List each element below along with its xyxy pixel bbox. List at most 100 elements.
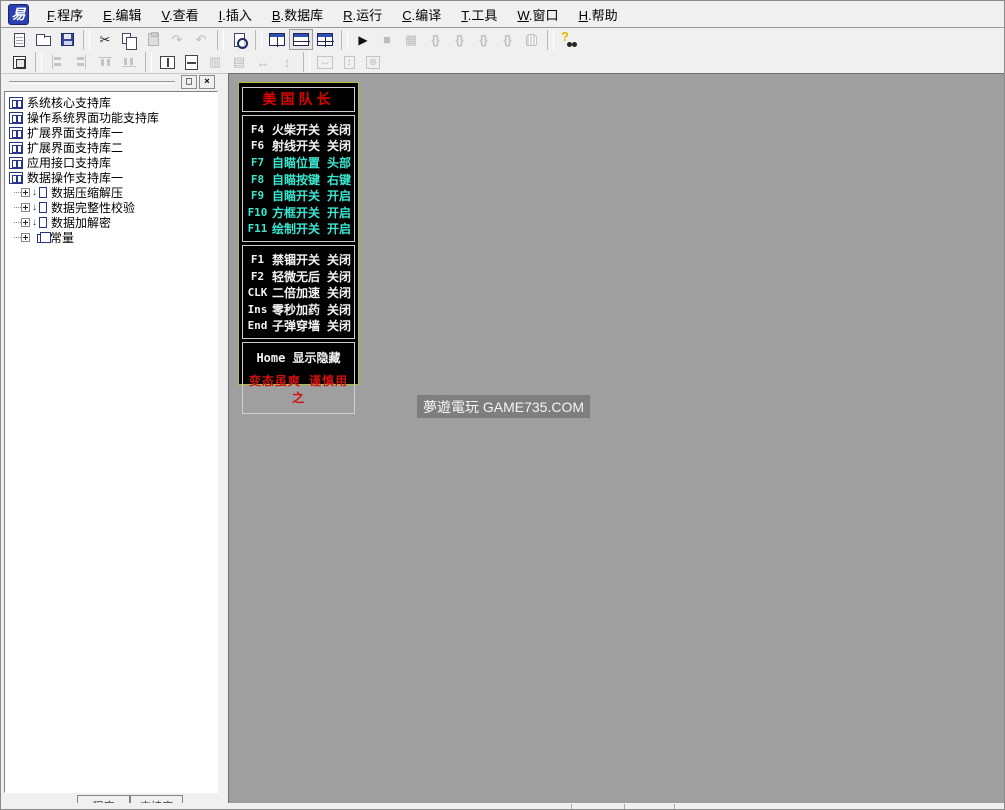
run-to-cursor-icon[interactable]: {}: [495, 29, 519, 50]
expand-plus-icon[interactable]: [21, 203, 30, 212]
hotkey-label: F10: [243, 206, 272, 219]
hotkey-row-f4: F4 火柴开关 关闭: [243, 121, 354, 138]
hotkey-row-end: End 子弹穿墙 关闭: [243, 318, 354, 335]
form-designer-icon[interactable]: [7, 52, 31, 73]
menu-item-insert[interactable]: I.插入: [209, 2, 262, 27]
separator: [83, 30, 90, 50]
expand-plus-icon[interactable]: [21, 233, 30, 242]
cut-icon[interactable]: ✂: [93, 29, 117, 50]
feature-label: 绘制开关: [272, 220, 322, 237]
feature-label: 子弹穿墙: [272, 317, 322, 334]
separator: [217, 30, 224, 50]
panel-float-button[interactable]: □: [181, 75, 197, 89]
menu-item-program[interactable]: F.程序: [37, 2, 93, 27]
stop-icon[interactable]: ■: [375, 29, 399, 50]
status-divider: [624, 804, 625, 809]
library-icon: [9, 127, 23, 139]
feature-state: 关闭: [322, 121, 351, 138]
hotkey-row-f10: F10 方框开关 开启: [243, 204, 354, 221]
hotkey-row-f8: F8 自瞄按键 右键: [243, 171, 354, 188]
undo-icon[interactable]: ↶: [189, 29, 213, 50]
align-right-icon[interactable]: [69, 52, 93, 73]
menu-item-compile[interactable]: C.编译: [392, 2, 451, 27]
center-horizontal-icon[interactable]: [155, 52, 179, 73]
feature-state: 头部: [322, 154, 351, 171]
menu-item-window[interactable]: W.窗口: [507, 2, 568, 27]
tree-item-os-ui-lib[interactable]: 操作系统界面功能支持库: [7, 110, 215, 125]
panel-grip[interactable]: [9, 81, 175, 84]
center-vertical-icon[interactable]: [179, 52, 203, 73]
fit-width-icon[interactable]: ↔: [313, 52, 337, 73]
tree-item-system-core-lib[interactable]: 系统核心支持库: [7, 95, 215, 110]
status-divider: [674, 804, 675, 809]
tree-item-constants[interactable]: 常量: [7, 230, 215, 245]
menu-item-run[interactable]: R.运行: [333, 2, 392, 27]
tree-item-api-lib[interactable]: 应用接口支持库: [7, 155, 215, 170]
fit-height-icon[interactable]: ↕: [337, 52, 361, 73]
window-layout-grid-icon[interactable]: [313, 29, 337, 50]
new-file-icon[interactable]: [7, 29, 31, 50]
hotkey-label: F11: [243, 222, 272, 235]
tree-item-data-integrity[interactable]: 数据完整性校验: [7, 200, 215, 215]
menu-item-tools[interactable]: T.工具: [451, 2, 507, 27]
expand-plus-icon[interactable]: [21, 218, 30, 227]
feature-state: 关闭: [322, 137, 351, 154]
tree-item-data-crypto[interactable]: 数据加解密: [7, 215, 215, 230]
menu-item-edit[interactable]: E.编辑: [93, 2, 151, 27]
hotkey-label: End: [243, 319, 272, 332]
open-file-icon[interactable]: [31, 29, 55, 50]
same-height-icon[interactable]: ▤: [227, 52, 251, 73]
align-left-icon[interactable]: [45, 52, 69, 73]
expand-plus-icon[interactable]: [21, 188, 30, 197]
panel-close-button[interactable]: ×: [199, 75, 215, 89]
pause-icon[interactable]: [519, 29, 543, 50]
menu-item-help[interactable]: H.帮助: [569, 2, 628, 27]
space-vertical-icon[interactable]: ↕: [275, 52, 299, 73]
save-icon[interactable]: [55, 29, 79, 50]
hotkey-row-f9: F9 自瞄开关 开启: [243, 187, 354, 204]
debug-window-icon[interactable]: ▦: [399, 29, 423, 50]
same-width-icon[interactable]: ▥: [203, 52, 227, 73]
hotkey-label: F6: [243, 139, 272, 152]
trainer-overlay-panel: 美国队长 F4 火柴开关 关闭 F6 射线开关 关闭: [238, 82, 359, 385]
separator: [341, 30, 348, 50]
module-icon: [33, 187, 47, 198]
align-top-icon[interactable]: [93, 52, 117, 73]
align-bottom-icon[interactable]: [117, 52, 141, 73]
separator: [547, 30, 554, 50]
tree-item-ext-ui-lib-2[interactable]: 扩展界面支持库二: [7, 140, 215, 155]
window-layout-vertical-icon[interactable]: [265, 29, 289, 50]
redo-icon[interactable]: ↷: [165, 29, 189, 50]
status-strip: [1, 803, 1004, 809]
step-over-icon[interactable]: {}: [447, 29, 471, 50]
menu-item-database[interactable]: B.数据库: [262, 2, 333, 27]
separator: [255, 30, 262, 50]
hotkey-row-f2: F2 轻微无后 关闭: [243, 268, 354, 285]
tree-item-ext-ui-lib-1[interactable]: 扩展界面支持库一: [7, 125, 215, 140]
tree-item-data-compress[interactable]: 数据压缩解压: [7, 185, 215, 200]
feature-label: 零秒加药: [272, 301, 322, 318]
space-horizontal-icon[interactable]: ↔: [251, 52, 275, 73]
step-into-icon[interactable]: {}: [423, 29, 447, 50]
paste-icon[interactable]: [141, 29, 165, 50]
run-icon[interactable]: ▶: [351, 29, 375, 50]
trainer-footer: Home 显示隐藏 变态虽爽 谨慎用之: [242, 342, 355, 414]
tree-item-data-op-lib-1[interactable]: 数据操作支持库一: [7, 170, 215, 185]
window-layout-horizontal-icon[interactable]: [289, 29, 313, 50]
tree-item-label: 常量: [50, 229, 74, 246]
view-code-icon[interactable]: [227, 29, 251, 50]
help-find-icon[interactable]: [557, 29, 581, 50]
hotkey-label: F8: [243, 173, 272, 186]
copy-icon[interactable]: [117, 29, 141, 50]
feature-state: 关闭: [322, 251, 351, 268]
hotkey-row-f6: F6 射线开关 关闭: [243, 138, 354, 155]
hotkey-row-f7: F7 自瞄位置 头部: [243, 154, 354, 171]
step-out-icon[interactable]: {}: [471, 29, 495, 50]
feature-label: 二倍加速: [272, 284, 322, 301]
support-library-tree: 系统核心支持库 操作系统界面功能支持库 扩展界面支持库一: [4, 91, 218, 793]
menu-item-view[interactable]: V.查看: [151, 2, 208, 27]
tree-connector: [14, 237, 21, 238]
library-icon: [9, 157, 23, 169]
fit-both-icon[interactable]: ⊕: [361, 52, 385, 73]
panel-header[interactable]: □ ×: [3, 74, 219, 91]
